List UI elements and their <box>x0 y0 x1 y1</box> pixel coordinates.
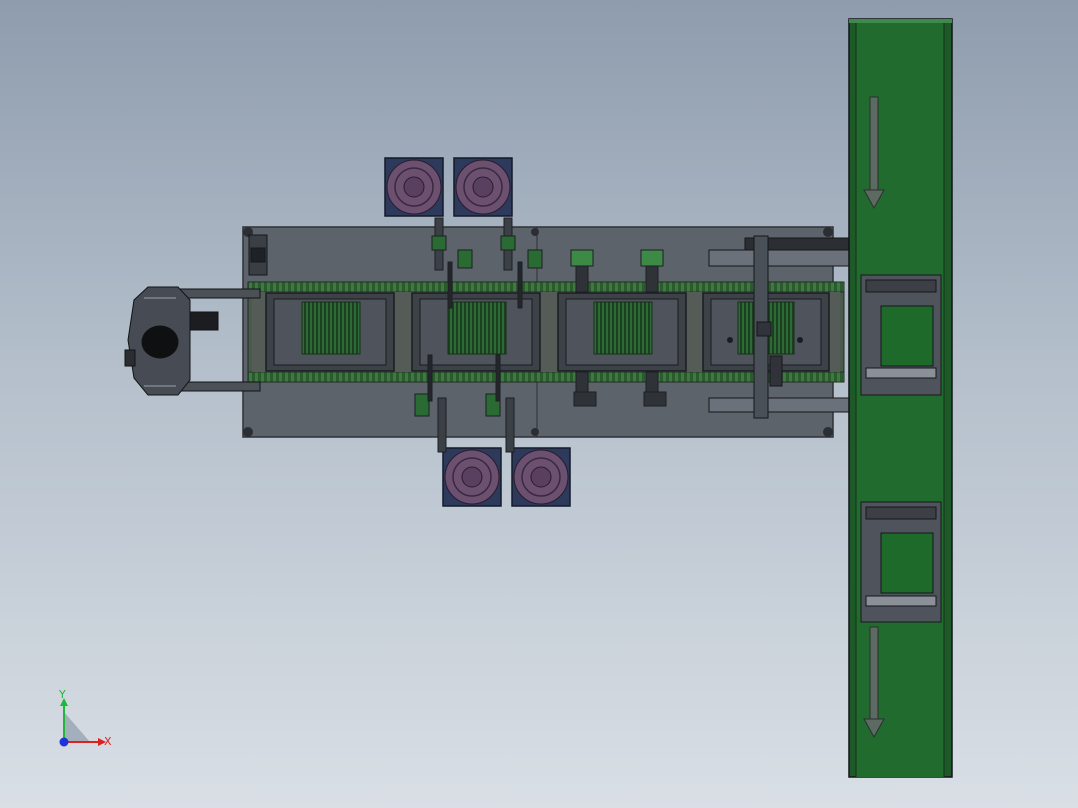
axis-y-label: Y <box>58 688 66 701</box>
servo-motor-icon <box>442 447 502 507</box>
small-motor <box>248 234 268 276</box>
output-tray-lower <box>860 501 942 623</box>
servo-motor-icon <box>511 447 571 507</box>
output-conveyor <box>848 18 953 778</box>
servo-motor-icon <box>453 157 513 217</box>
output-tray-upper <box>860 274 942 396</box>
coordinate-triad: X Y <box>58 688 112 748</box>
cad-assembly-top-view: X Y <box>58 18 953 778</box>
tray-station-1 <box>265 292 395 372</box>
tray-station-3 <box>557 292 687 372</box>
axis-x-label: X <box>104 735 112 748</box>
servo-motor-icon <box>384 157 444 217</box>
robot-gripper-icon <box>124 286 261 396</box>
